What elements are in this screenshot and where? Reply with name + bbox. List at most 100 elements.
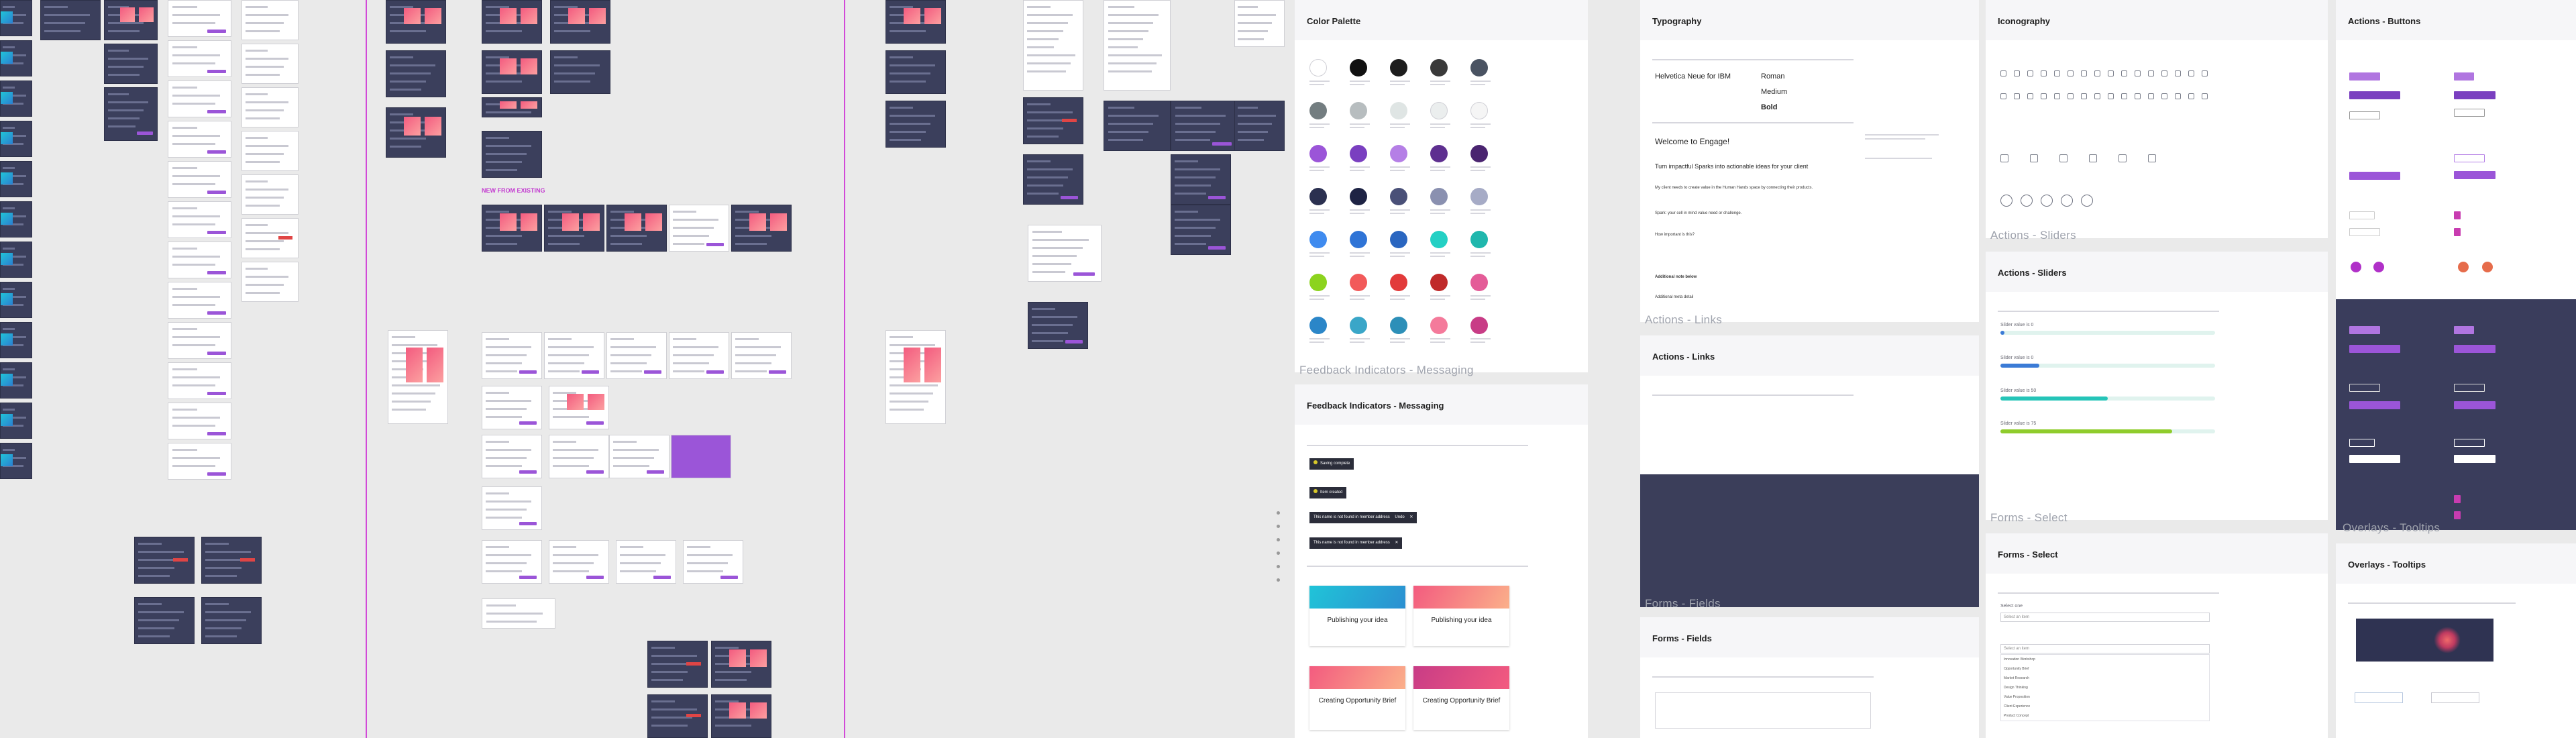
primary-button[interactable] [1212,142,1232,146]
screen-thumbnail[interactable] [0,282,32,318]
primary-button[interactable] [586,575,604,579]
primary-button[interactable] [586,421,604,425]
screen-thumbnail[interactable] [711,694,771,738]
screen-thumbnail[interactable] [0,443,32,479]
primary-button[interactable] [207,69,226,73]
secondary-button[interactable] [2349,439,2375,447]
screen-thumbnail[interactable] [549,386,609,429]
select-option[interactable]: Innovation Workshop [2001,655,2209,664]
primary-button[interactable] [207,109,226,113]
screen-thumbnail[interactable] [482,386,542,429]
primary-button[interactable] [646,470,664,474]
radio-button[interactable] [2373,262,2384,272]
screen-thumbnail[interactable] [1171,205,1231,255]
primary-button[interactable] [1065,340,1083,344]
primary-button[interactable] [653,575,671,579]
close-icon[interactable]: ✕ [1409,515,1413,519]
primary-button[interactable] [586,470,604,474]
select-option[interactable]: Design Thinking [2001,683,2209,692]
screen-thumbnail[interactable] [168,242,231,278]
screen-thumbnail[interactable] [482,205,542,252]
primary-button[interactable] [207,29,226,33]
screen-thumbnail[interactable] [482,598,555,629]
close-icon[interactable]: ✕ [1395,541,1398,545]
screen-thumbnail[interactable] [647,694,708,738]
radio-button[interactable] [2458,262,2469,272]
primary-button[interactable] [2349,72,2380,81]
checkbox-option[interactable] [2454,495,2461,503]
tag-button[interactable] [2349,211,2375,219]
primary-button[interactable] [2454,455,2496,463]
primary-button[interactable] [2454,401,2496,409]
screen-thumbnail[interactable] [388,330,448,424]
primary-button[interactable] [2349,345,2400,353]
screen-thumbnail[interactable] [134,537,195,584]
select-option[interactable]: Product Concept [2001,711,2209,721]
select-dropdown[interactable]: Select an item [2000,613,2210,622]
screen-thumbnail[interactable] [0,81,32,117]
alert-button[interactable] [686,662,702,666]
primary-button[interactable] [207,472,226,476]
screen-thumbnail[interactable] [1104,0,1171,91]
slider-track[interactable] [2000,331,2215,335]
screen-thumbnail[interactable] [386,50,446,97]
screen-thumbnail[interactable] [0,161,32,197]
alert-button[interactable] [278,236,292,240]
screen-thumbnail[interactable] [168,81,231,117]
screen-thumbnail[interactable] [1234,0,1285,47]
screen-thumbnail[interactable] [104,44,158,84]
screen-thumbnail[interactable] [482,131,542,178]
screen-thumbnail[interactable] [1023,97,1083,144]
screen-thumbnail[interactable] [386,107,446,158]
primary-button[interactable] [768,370,786,374]
screen-thumbnail[interactable] [241,262,299,302]
toolbar-dot[interactable] [1277,538,1280,541]
screen-thumbnail[interactable] [168,121,231,158]
alert-button[interactable] [686,714,702,718]
primary-button[interactable] [519,421,537,425]
screen-thumbnail[interactable] [0,362,32,399]
primary-button[interactable] [207,270,226,274]
screen-thumbnail[interactable] [1028,302,1088,349]
screen-thumbnail[interactable] [731,332,792,379]
screen-thumbnail[interactable] [1023,154,1083,205]
screen-thumbnail[interactable] [647,641,708,688]
screen-thumbnail[interactable] [201,537,262,584]
primary-button[interactable] [1060,195,1078,199]
primary-button[interactable] [2454,171,2496,179]
primary-button[interactable] [207,311,226,315]
radio-button[interactable] [2351,262,2361,272]
primary-button[interactable] [2454,345,2496,353]
select-option[interactable]: Client Experience [2001,702,2209,711]
primary-button[interactable] [519,370,537,374]
screen-thumbnail[interactable] [104,87,158,141]
primary-button[interactable] [2454,326,2474,334]
screen-thumbnail[interactable] [482,50,542,94]
screen-thumbnail[interactable] [549,540,609,584]
screen-thumbnail[interactable] [168,201,231,238]
primary-button[interactable] [2349,172,2400,180]
screen-thumbnail[interactable] [168,322,231,359]
select-option[interactable]: Value Proposition [2001,692,2209,702]
screen-thumbnail[interactable] [550,50,610,94]
primary-button[interactable] [2454,91,2496,99]
screen-thumbnail[interactable] [241,87,299,127]
checkbox-option[interactable] [2454,511,2461,519]
screen-thumbnail[interactable] [0,242,32,278]
toolbar-dot[interactable] [1277,525,1280,528]
alert-button[interactable] [240,558,256,562]
primary-button[interactable] [706,370,724,374]
primary-button[interactable] [706,243,724,247]
screen-thumbnail[interactable] [1171,101,1238,151]
primary-button[interactable] [2454,72,2474,81]
screen-thumbnail[interactable] [0,0,32,36]
screen-thumbnail[interactable] [1023,0,1083,91]
primary-button[interactable] [519,575,537,579]
secondary-button[interactable] [2454,384,2485,392]
screen-thumbnail[interactable] [609,435,669,478]
screen-thumbnail[interactable] [134,597,195,644]
select-dropdown-open[interactable]: Select an item [2000,644,2210,653]
screen-thumbnail[interactable] [0,121,32,157]
screen-thumbnail[interactable] [0,201,32,238]
primary-button[interactable] [1073,272,1095,276]
